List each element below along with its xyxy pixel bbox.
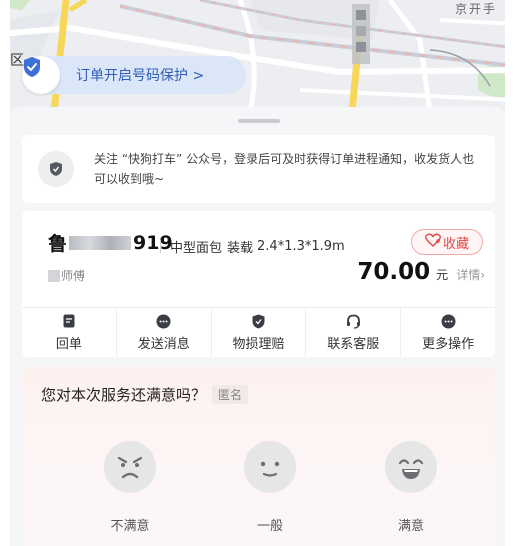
favorite-button[interactable]: 收藏 — [411, 229, 483, 255]
rating-option-label: 满意 — [397, 519, 424, 534]
action-damage-claim[interactable]: 物损理赔 — [212, 308, 307, 357]
action-contact-support-label: 联系客服 — [327, 337, 380, 352]
order-bottom-sheet: 关注 “快狗打车” 公众号，登录后可及时获得订单进程通知，收发货人也可以收到哦~… — [10, 107, 505, 546]
vehicle-info: 中型面包 装载 2.4*1.3*1.9m — [160, 237, 345, 256]
message-icon — [156, 313, 171, 329]
number-protection-label: 订单开启号码保护 > — [76, 68, 205, 84]
receipt-icon — [63, 313, 75, 329]
rating-option-label: 不满意 — [110, 519, 150, 534]
favorite-label: 收藏 — [442, 236, 469, 252]
plate-prefix: 鲁 — [48, 233, 68, 255]
notice-text: 关注 “快狗打车” 公众号，登录后可及时获得订单进程通知，收发货人也可以收到哦~ — [94, 152, 475, 186]
map-view[interactable]: 区 京开手 订单开启号码保护 > — [0, 0, 515, 112]
headset-icon — [346, 313, 361, 329]
rating-option-satisfied[interactable]: 满意 — [371, 441, 451, 534]
action-more-label: 更多操作 — [422, 337, 475, 352]
price-amount: 70.00 — [357, 259, 431, 285]
order-card: 鲁 919 中型面包 装载 2.4*1.3*1.9m 收藏 师傅 70.00 元… — [22, 211, 495, 357]
price-detail-link[interactable]: 详情› — [456, 266, 485, 283]
vehicle-divider — [160, 240, 161, 253]
vehicle-type: 中型面包 — [170, 241, 223, 256]
more-icon — [441, 313, 456, 329]
driver-suffix: 师傅 — [61, 269, 86, 283]
load-label: 装载 — [227, 241, 254, 256]
driver-name-mask — [48, 269, 60, 282]
number-protection-pill[interactable]: 订单开启号码保护 > — [22, 56, 246, 94]
service-rating-panel: 您对本次服务还满意吗？ 匿名 不满意 一般 满意 — [22, 367, 495, 546]
map-area-label: 京开手 — [454, 2, 497, 16]
rating-question-text: 您对本次服务还满意吗？ — [41, 386, 207, 404]
angry-face-icon — [104, 441, 156, 493]
action-more[interactable]: 更多操作 — [401, 308, 495, 357]
plate-mask — [69, 235, 132, 250]
load-size: 2.4*1.3*1.9m — [257, 239, 345, 254]
frame-left-edge — [0, 0, 10, 546]
action-send-message-label: 发送消息 — [137, 337, 190, 352]
action-damage-claim-label: 物损理赔 — [232, 337, 285, 352]
heart-plus-icon — [425, 233, 441, 251]
action-contact-support[interactable]: 联系客服 — [306, 308, 402, 357]
rating-option-label: 一般 — [256, 519, 283, 534]
price-block: 70.00 元 详情› — [357, 259, 485, 285]
sheet-drag-handle[interactable] — [238, 119, 280, 123]
anonymous-tag: 匿名 — [212, 385, 249, 404]
wechat-notice-banner[interactable]: 关注 “快狗打车” 公众号，登录后可及时获得订单进程通知，收发货人也可以收到哦~ — [22, 135, 495, 203]
action-receipt-label: 回单 — [55, 337, 82, 352]
shield-check-icon — [22, 56, 60, 94]
rating-option-unsatisfied[interactable]: 不满意 — [90, 441, 170, 534]
action-send-message[interactable]: 发送消息 — [117, 308, 212, 357]
price-unit: 元 — [436, 268, 449, 282]
happy-face-icon — [385, 441, 437, 493]
shield-icon — [252, 313, 265, 329]
rating-option-average[interactable]: 一般 — [230, 441, 310, 534]
order-actions-bar: 回单 发送消息 物损理赔 联系客服 更多操作 — [22, 307, 495, 357]
license-plate: 鲁 919 — [48, 229, 173, 256]
shield-badge-icon — [38, 151, 74, 187]
rating-question: 您对本次服务还满意吗？ 匿名 — [41, 384, 249, 405]
action-receipt[interactable]: 回单 — [22, 308, 117, 357]
frame-right-edge — [505, 0, 515, 546]
driver-name: 师傅 — [48, 267, 85, 284]
neutral-face-icon — [244, 441, 296, 493]
